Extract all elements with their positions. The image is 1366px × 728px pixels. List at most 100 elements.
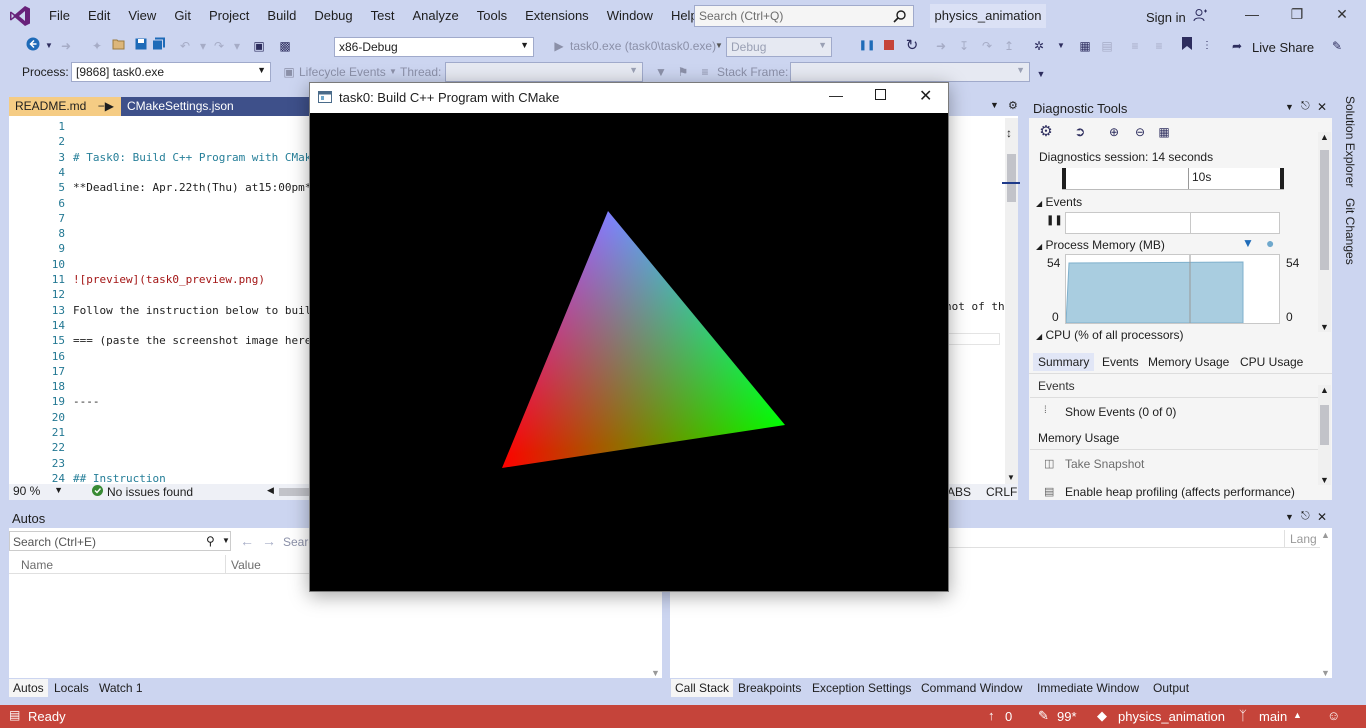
tab-cmakesettings[interactable]: CMakeSettings.json [121,97,311,116]
notifications-icon[interactable]: ☺ [1327,708,1340,723]
show-threads-icon[interactable]: ≡ [696,63,714,81]
timeline-start-handle[interactable] [1062,168,1066,189]
enable-heap-profiling-option[interactable]: Enable heap profiling (affects performan… [1065,485,1295,499]
take-snapshot-button[interactable]: Take Snapshot [1065,457,1144,471]
pin-icon[interactable]: −▶ [98,99,114,113]
menu-extensions[interactable]: Extensions [516,0,598,32]
stack-frame-dropdown[interactable]: ▼ [790,62,1030,82]
branch-name[interactable]: main [1259,709,1287,724]
startup-item-label[interactable]: task0.exe (task0\task0.exe) [570,39,716,53]
comment-icon[interactable]: ≡ [1126,37,1144,55]
editor-vertical-scrollbar[interactable]: ↕ ▼ [1002,118,1020,484]
solution-name-badge[interactable]: physics_animation [930,4,1046,28]
forward-icon[interactable]: ➜ [57,37,75,55]
live-share-button[interactable]: Live Share [1252,40,1314,55]
tab-memory-usage[interactable]: Memory Usage [1148,355,1229,369]
scroll-down-icon[interactable]: ▼ [651,668,660,678]
restore-icon[interactable]: ❐ [1287,6,1307,23]
diag-scrollbar[interactable]: ▲ ▼ [1318,132,1331,332]
scroll-left-icon[interactable]: ◀ [267,485,274,496]
lifecycle-events-dropdown[interactable]: Lifecycle Events [299,65,386,79]
pause-icon[interactable]: ❚❚ [858,37,876,55]
events-section-header[interactable]: ◢ Events [1036,195,1082,209]
sign-in-link[interactable]: Sign in [1146,8,1208,25]
menu-edit[interactable]: Edit [79,0,119,32]
process-memory-header[interactable]: ◢ Process Memory (MB) [1036,238,1165,252]
indent-mode[interactable]: ABS [947,485,971,499]
process-dropdown[interactable]: [9868] task0.exe ▼ [71,62,271,82]
checkbox-icon[interactable]: ▤ [1044,485,1054,498]
back-dropdown-icon[interactable]: ▼ [40,37,58,55]
flag-icon[interactable]: ⚑ [674,63,692,81]
minimize-icon[interactable]: — [1242,6,1262,22]
split-icon[interactable]: ↕ [1006,126,1012,140]
step-out-icon[interactable]: ↥ [1000,37,1018,55]
memory-chart[interactable] [1065,254,1280,324]
autos-col-name[interactable]: Name [21,558,53,572]
task0-app-window[interactable]: task0: Build C++ Program with CMake — ✕ [309,82,949,592]
toolbar-overflow-icon[interactable]: ⋮ [1198,37,1216,55]
step-into-icon[interactable]: ↧ [955,37,973,55]
tab-immediate-window[interactable]: Immediate Window [1033,679,1144,697]
export-icon[interactable]: ➲ [1071,123,1089,141]
uncomment-icon[interactable]: ≡ [1150,37,1168,55]
tab-breakpoints[interactable]: Breakpoints [734,679,806,697]
scroll-down-icon[interactable]: ▼ [1007,473,1015,482]
call-stack-scrollbar[interactable]: ▲ ▼ [1320,530,1332,678]
opengl-viewport[interactable] [310,113,948,591]
col-divider[interactable] [1284,530,1285,548]
close-icon[interactable]: ✕ [1332,6,1352,23]
tab-autos[interactable]: Autos [9,679,48,697]
panel-menu-icon[interactable]: ▼ [1285,102,1294,112]
app-title-bar[interactable]: task0: Build C++ Program with CMake — ✕ [310,83,948,113]
toolbar2-overflow-icon[interactable]: ▼ [1032,65,1050,83]
menu-debug[interactable]: Debug [305,0,361,32]
autos-col-value[interactable]: Value [231,558,261,572]
issues-status[interactable]: No issues found [107,485,193,499]
close-panel-icon[interactable]: ✕ [1317,510,1327,524]
tab-output[interactable]: Output [1149,679,1194,697]
thread-dropdown[interactable]: ▼ [445,62,643,82]
changes-count[interactable]: 99* [1057,709,1077,724]
tab-call-stack[interactable]: Call Stack [671,679,734,697]
tab-cpu-usage[interactable]: CPU Usage [1240,355,1303,369]
app-maximize-icon[interactable] [875,88,886,103]
app-minimize-icon[interactable]: — [829,87,843,103]
filter-icon[interactable]: ▼ [652,63,670,81]
tab-exception-settings[interactable]: Exception Settings [808,679,916,697]
panel-menu-icon[interactable]: ▼ [1285,512,1294,522]
call-stack-col-language[interactable]: Lang [1290,532,1317,546]
search-previous-icon[interactable]: ← [240,533,254,549]
scroll-up-icon[interactable]: ▲ [1320,385,1329,395]
menu-analyze[interactable]: Analyze [403,0,467,32]
tab-events[interactable]: Events [1102,355,1139,369]
close-panel-icon[interactable]: ✕ [1317,100,1327,114]
tab-watch-1[interactable]: Watch 1 [95,679,147,697]
branch-up-icon[interactable]: ▲ [1293,710,1302,720]
save-all-icon[interactable] [150,37,168,55]
search-input[interactable]: Search (Ctrl+Q) [694,5,914,27]
new-item-icon[interactable]: ✦ [88,37,106,55]
settings-gear-icon[interactable]: ⚙ [1037,123,1055,141]
screenshot-icon[interactable]: ▩ [276,37,294,55]
bookmark-icon[interactable] [1178,37,1196,55]
show-events-link[interactable]: Show Events (0 of 0) [1065,405,1176,419]
git-changes-tab[interactable]: Git Changes [1343,198,1357,265]
redo-icon[interactable]: ↷ [210,37,228,55]
tab-list-icon[interactable]: ▼ [990,100,999,110]
zoom-in-icon[interactable]: ⊕ [1105,123,1123,141]
tab-summary[interactable]: Summary [1033,353,1095,371]
app-close-icon[interactable]: ✕ [919,86,932,106]
repository-name[interactable]: physics_animation [1118,709,1225,724]
scroll-down-icon[interactable]: ▼ [1320,475,1329,485]
summary-scrollbar[interactable]: ▲ ▼ [1318,385,1331,485]
menu-view[interactable]: View [119,0,165,32]
search-next-icon[interactable]: → [262,533,276,549]
menu-build[interactable]: Build [258,0,305,32]
undo-icon[interactable]: ↶ [176,37,194,55]
hot-reload-icon[interactable]: ✲ [1030,37,1048,55]
timeline-end-handle[interactable] [1280,168,1284,189]
find-in-files-icon[interactable]: ▣ [250,37,268,55]
col-divider[interactable] [225,555,226,574]
scroll-down-icon[interactable]: ▼ [1320,322,1329,332]
